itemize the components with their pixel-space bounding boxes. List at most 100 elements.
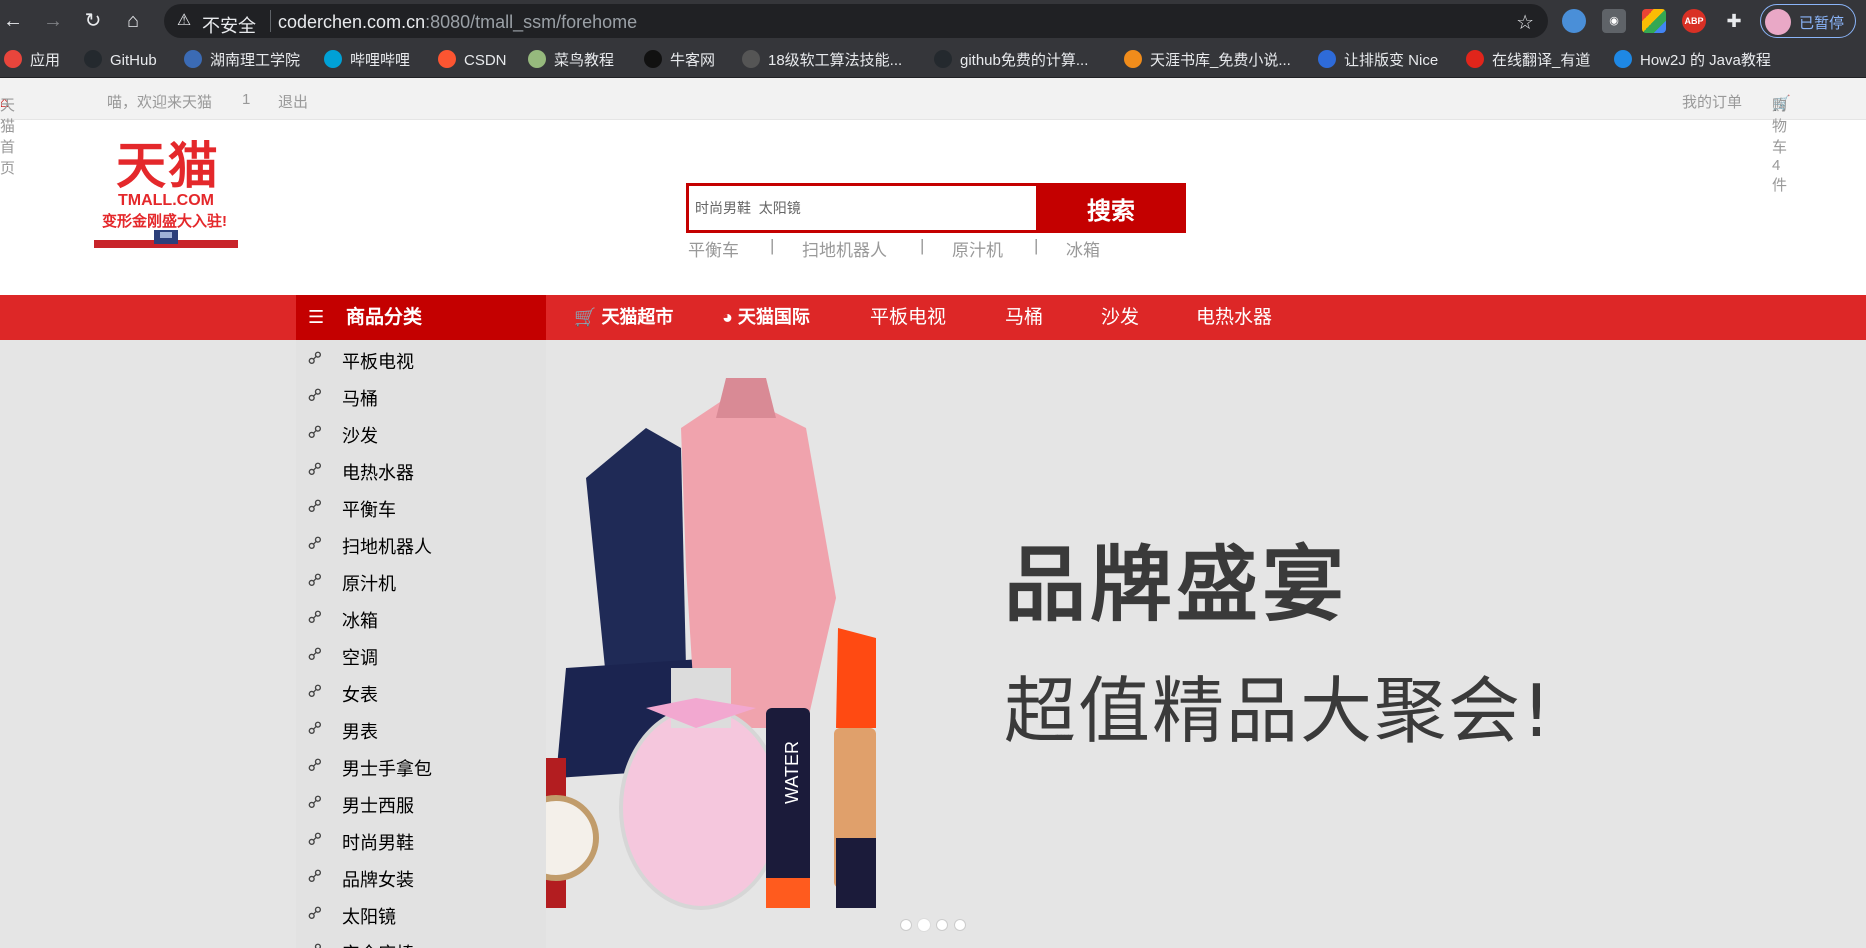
- extension-colorful-icon[interactable]: [1642, 9, 1666, 33]
- bookmark-item[interactable]: github免费的计算...: [934, 50, 1088, 72]
- runoob-icon: [528, 50, 546, 68]
- bilibili-icon: [324, 50, 342, 68]
- category-item[interactable]: ⚯ 男士手拿包: [296, 753, 546, 783]
- bookmark-item[interactable]: 应用: [4, 50, 60, 72]
- category-label: 平板电视: [342, 352, 414, 372]
- github-icon: [934, 50, 952, 68]
- bookmark-label: CSDN: [464, 52, 507, 69]
- category-item[interactable]: ⚯ 平衡车: [296, 494, 546, 524]
- bookmark-label: 湖南理工学院: [210, 52, 301, 69]
- category-label: 男士西服: [342, 796, 414, 816]
- category-label: 时尚男鞋: [342, 833, 414, 853]
- category-item[interactable]: ⚯ 马桶: [296, 383, 546, 413]
- camera-icon[interactable]: ◉: [1602, 9, 1626, 33]
- category-item[interactable]: ⚯ 男士西服: [296, 790, 546, 820]
- bookmark-item[interactable]: GitHub: [84, 50, 157, 72]
- bookmark-item[interactable]: How2J 的 Java教程: [1614, 50, 1771, 72]
- bookmark-item[interactable]: 哔哩哔哩: [324, 50, 410, 72]
- csdn-icon: [438, 50, 456, 68]
- insecure-label: 不安全: [202, 16, 256, 36]
- category-item[interactable]: ⚯ 女表: [296, 679, 546, 709]
- search-box: 搜索: [686, 183, 1186, 233]
- category-item[interactable]: ⚯ 沙发: [296, 420, 546, 450]
- tmall-logo[interactable]: 天猫 TMALL.COM 变形金刚盛大入驻!: [92, 126, 242, 248]
- nav-link-supermarket[interactable]: 🛒 天猫超市: [574, 295, 673, 340]
- bookmark-item[interactable]: CSDN: [438, 50, 507, 72]
- cart-icon: 🛒: [574, 307, 597, 327]
- hot-word[interactable]: 原汁机: [952, 236, 1003, 261]
- link-icon: ⚯: [303, 938, 329, 948]
- bookmark-label: 18级软工算法技能...: [768, 52, 903, 69]
- home-icon[interactable]: ⌂: [120, 8, 146, 34]
- category-label: 平衡车: [342, 500, 396, 520]
- my-orders-link[interactable]: 我的订单: [1682, 91, 1742, 112]
- link-icon: ⚯: [302, 382, 328, 408]
- search-button[interactable]: 搜索: [1036, 183, 1186, 233]
- carousel-indicators: [900, 918, 972, 932]
- nav-link-tv[interactable]: 平板电视: [870, 295, 946, 340]
- extensions-puzzle-icon[interactable]: ✚: [1722, 9, 1746, 33]
- github-icon: [84, 50, 102, 68]
- link-icon: ⚯: [302, 456, 328, 482]
- hot-word-separator: |: [920, 236, 925, 255]
- hot-word[interactable]: 扫地机器人: [802, 236, 887, 261]
- bookmark-star-icon[interactable]: ☆: [1516, 10, 1534, 35]
- bookmark-label: How2J 的 Java教程: [1640, 52, 1771, 69]
- category-item[interactable]: ⚯ 电热水器: [296, 457, 546, 487]
- warning-icon: ⚠: [176, 12, 192, 29]
- carousel-dot-active[interactable]: [918, 919, 930, 931]
- carousel-dot[interactable]: [954, 919, 966, 931]
- address-bar[interactable]: ⚠ 不安全 coderchen.com.cn:8080/tmall_ssm/fo…: [164, 4, 1548, 38]
- extension-globe-icon[interactable]: [1562, 9, 1586, 33]
- bookmark-item[interactable]: 菜鸟教程: [528, 50, 614, 72]
- search-input[interactable]: [689, 186, 1034, 230]
- nav-link-toilet[interactable]: 马桶: [1005, 295, 1043, 340]
- link-icon: ⚯: [302, 900, 328, 926]
- category-item[interactable]: ⚯ 安全座椅: [296, 938, 546, 948]
- reload-icon[interactable]: ↻: [80, 8, 106, 34]
- bookmark-label: 牛客网: [670, 52, 716, 69]
- link-icon: ⚯: [302, 419, 328, 445]
- category-item[interactable]: ⚯ 空调: [296, 642, 546, 672]
- school-icon: [184, 50, 202, 68]
- category-item[interactable]: ⚯ 时尚男鞋: [296, 827, 546, 857]
- nav-link-sofa[interactable]: 沙发: [1101, 295, 1139, 340]
- hot-word[interactable]: 冰箱: [1066, 236, 1100, 261]
- bookmark-item[interactable]: 湖南理工学院: [184, 50, 300, 72]
- category-item[interactable]: ⚯ 冰箱: [296, 605, 546, 635]
- link-icon: ⚯: [302, 863, 328, 889]
- bookmark-item[interactable]: 让排版变 Nice: [1318, 50, 1438, 72]
- category-item[interactable]: ⚯ 太阳镜: [296, 901, 546, 931]
- forward-icon[interactable]: →: [40, 8, 66, 34]
- nav-link-water-heater[interactable]: 电热水器: [1196, 295, 1272, 340]
- link-icon: ⚯: [302, 752, 328, 778]
- carousel-dot[interactable]: [900, 919, 912, 931]
- back-icon[interactable]: ←: [0, 8, 26, 34]
- adblock-icon[interactable]: ABP: [1682, 9, 1706, 33]
- bookmark-item[interactable]: 在线翻译_有道: [1466, 50, 1590, 72]
- category-item[interactable]: ⚯ 品牌女装: [296, 864, 546, 894]
- banner-title: 品牌盛宴: [1004, 538, 1349, 633]
- category-item[interactable]: ⚯ 扫地机器人: [296, 531, 546, 561]
- link-icon: ⚯: [302, 567, 328, 593]
- hot-word[interactable]: 平衡车: [688, 236, 739, 261]
- nav-link-international[interactable]: ◕ 天猫国际: [722, 295, 810, 340]
- category-menu-button[interactable]: ☰ 商品分类: [296, 295, 546, 340]
- bookmark-item[interactable]: 牛客网: [644, 50, 715, 72]
- nowcoder-icon: [644, 50, 662, 68]
- avatar: [1765, 9, 1791, 35]
- url-text[interactable]: coderchen.com.cn:8080/tmall_ssm/forehome: [278, 12, 637, 33]
- carousel-dot[interactable]: [936, 919, 948, 931]
- bookmark-item[interactable]: 天涯书库_免费小说...: [1124, 50, 1291, 72]
- bookmark-item[interactable]: 18级软工算法技能...: [742, 50, 902, 72]
- link-icon: ⚯: [302, 345, 328, 371]
- category-item[interactable]: ⚯ 平板电视: [296, 346, 546, 376]
- profile-button[interactable]: 已暂停: [1760, 4, 1856, 38]
- nice-icon: [1318, 50, 1336, 68]
- welcome-text: 喵，欢迎来天猫: [107, 94, 213, 111]
- username-link[interactable]: 1: [242, 91, 250, 108]
- category-item[interactable]: ⚯ 男表: [296, 716, 546, 746]
- book-icon: [1124, 50, 1142, 68]
- category-item[interactable]: ⚯ 原汁机: [296, 568, 546, 598]
- logout-link[interactable]: 退出: [278, 91, 308, 112]
